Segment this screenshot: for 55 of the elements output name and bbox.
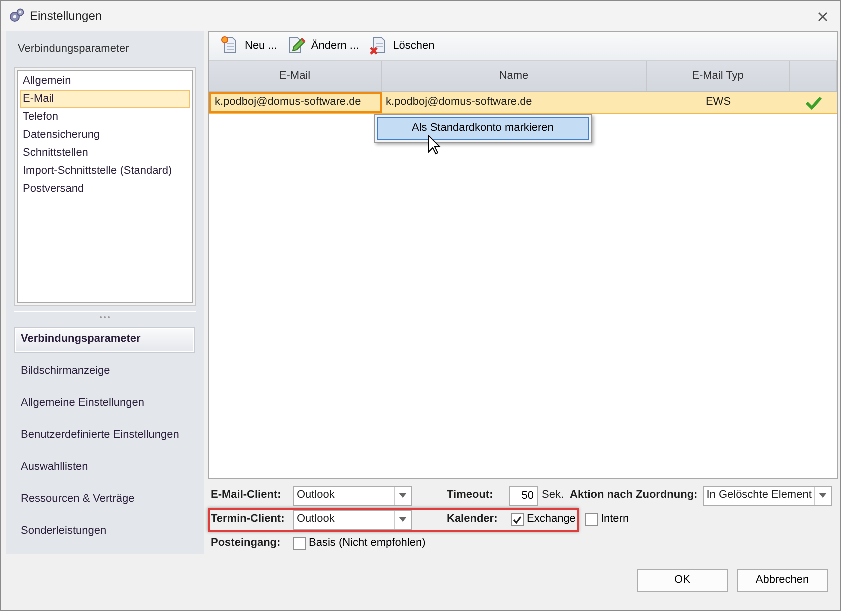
nav-item[interactable]: Bildschirmanzeige — [14, 358, 195, 384]
dropdown-field[interactable]: Outlook — [293, 486, 412, 506]
toolbar-button[interactable]: Neu ... — [219, 36, 280, 56]
checkbox-label: Intern — [600, 512, 630, 528]
dialog-button[interactable]: Abbrechen — [737, 569, 828, 592]
checkbox-box[interactable] — [511, 513, 524, 526]
field-label: Kalender: — [447, 512, 499, 528]
unit-label: Sek. — [542, 488, 564, 504]
dropdown-field[interactable]: In Gelöschte Element — [702, 486, 832, 506]
menu-item[interactable]: Als Standardkonto markieren — [377, 117, 589, 140]
dialog-button[interactable]: OK — [637, 569, 728, 592]
toolbar-button[interactable]: Löschen — [367, 36, 437, 56]
checkbox[interactable]: Intern — [584, 511, 630, 528]
gears-icon — [9, 8, 25, 24]
checkbox-label: Basis (Nicht empfohlen) — [309, 536, 426, 552]
field-label: Posteingang: — [211, 536, 282, 552]
nav-item[interactable]: Allgemeine Einstellungen — [14, 390, 195, 416]
edit-document-icon — [287, 36, 308, 56]
splitter-grip-icon[interactable] — [99, 316, 111, 318]
field-label: E-Mail-Client: — [211, 488, 282, 504]
checkbox[interactable]: Exchange — [511, 511, 576, 528]
section-heading: Verbindungsparameter — [17, 42, 130, 57]
close-icon — [818, 12, 828, 22]
window-title: Einstellungen — [30, 8, 102, 25]
checkbox-box[interactable] — [293, 537, 306, 550]
list-item[interactable]: Allgemein — [20, 72, 190, 90]
list-item[interactable]: Datensicherung — [20, 126, 190, 144]
column-header[interactable]: E-Mail — [209, 61, 382, 91]
column-header[interactable]: Name — [382, 61, 647, 91]
dropdown-arrow-icon — [399, 493, 407, 498]
list-item[interactable]: Postversand — [20, 180, 190, 198]
list-item[interactable]: Schnittstellen — [20, 144, 190, 162]
number-field[interactable]: 50 — [509, 486, 538, 506]
field-label: Aktion nach Zuordnung: — [570, 488, 698, 504]
table-cell-text: k.podboj@domus-software.de — [385, 95, 534, 110]
list-item[interactable]: Import-Schnittstelle (Standard) — [20, 162, 190, 180]
checkbox[interactable]: Basis (Nicht empfohlen) — [293, 535, 426, 552]
list-item[interactable]: Telefon — [20, 108, 190, 126]
checkbox-box[interactable] — [584, 513, 598, 526]
field-label: Termin-Client: — [211, 512, 286, 528]
nav-item[interactable]: Auswahllisten — [14, 454, 195, 480]
nav-item[interactable]: Sonderleistungen — [14, 518, 195, 544]
dropdown-field[interactable]: Outlook — [293, 510, 412, 530]
checkbox-label: Exchange — [527, 512, 576, 528]
dropdown-arrow-icon — [399, 517, 407, 522]
list-item[interactable]: E-Mail — [20, 90, 190, 108]
nav-item[interactable]: Ressourcen & Verträge — [14, 486, 195, 512]
nav-item[interactable]: Verbindungsparameter — [14, 326, 195, 352]
column-header[interactable]: E-Mail Typ — [647, 61, 790, 91]
table-cell-text: EWS — [704, 95, 732, 110]
field-label: Timeout: — [447, 488, 494, 504]
dropdown-arrow-icon — [818, 493, 827, 498]
toolbar-button[interactable]: Ändern ... — [285, 36, 362, 56]
nav-item[interactable]: Benutzerdefinierte Einstellungen — [14, 422, 195, 448]
table-cell: k.podboj@domus-software.de — [209, 92, 382, 113]
